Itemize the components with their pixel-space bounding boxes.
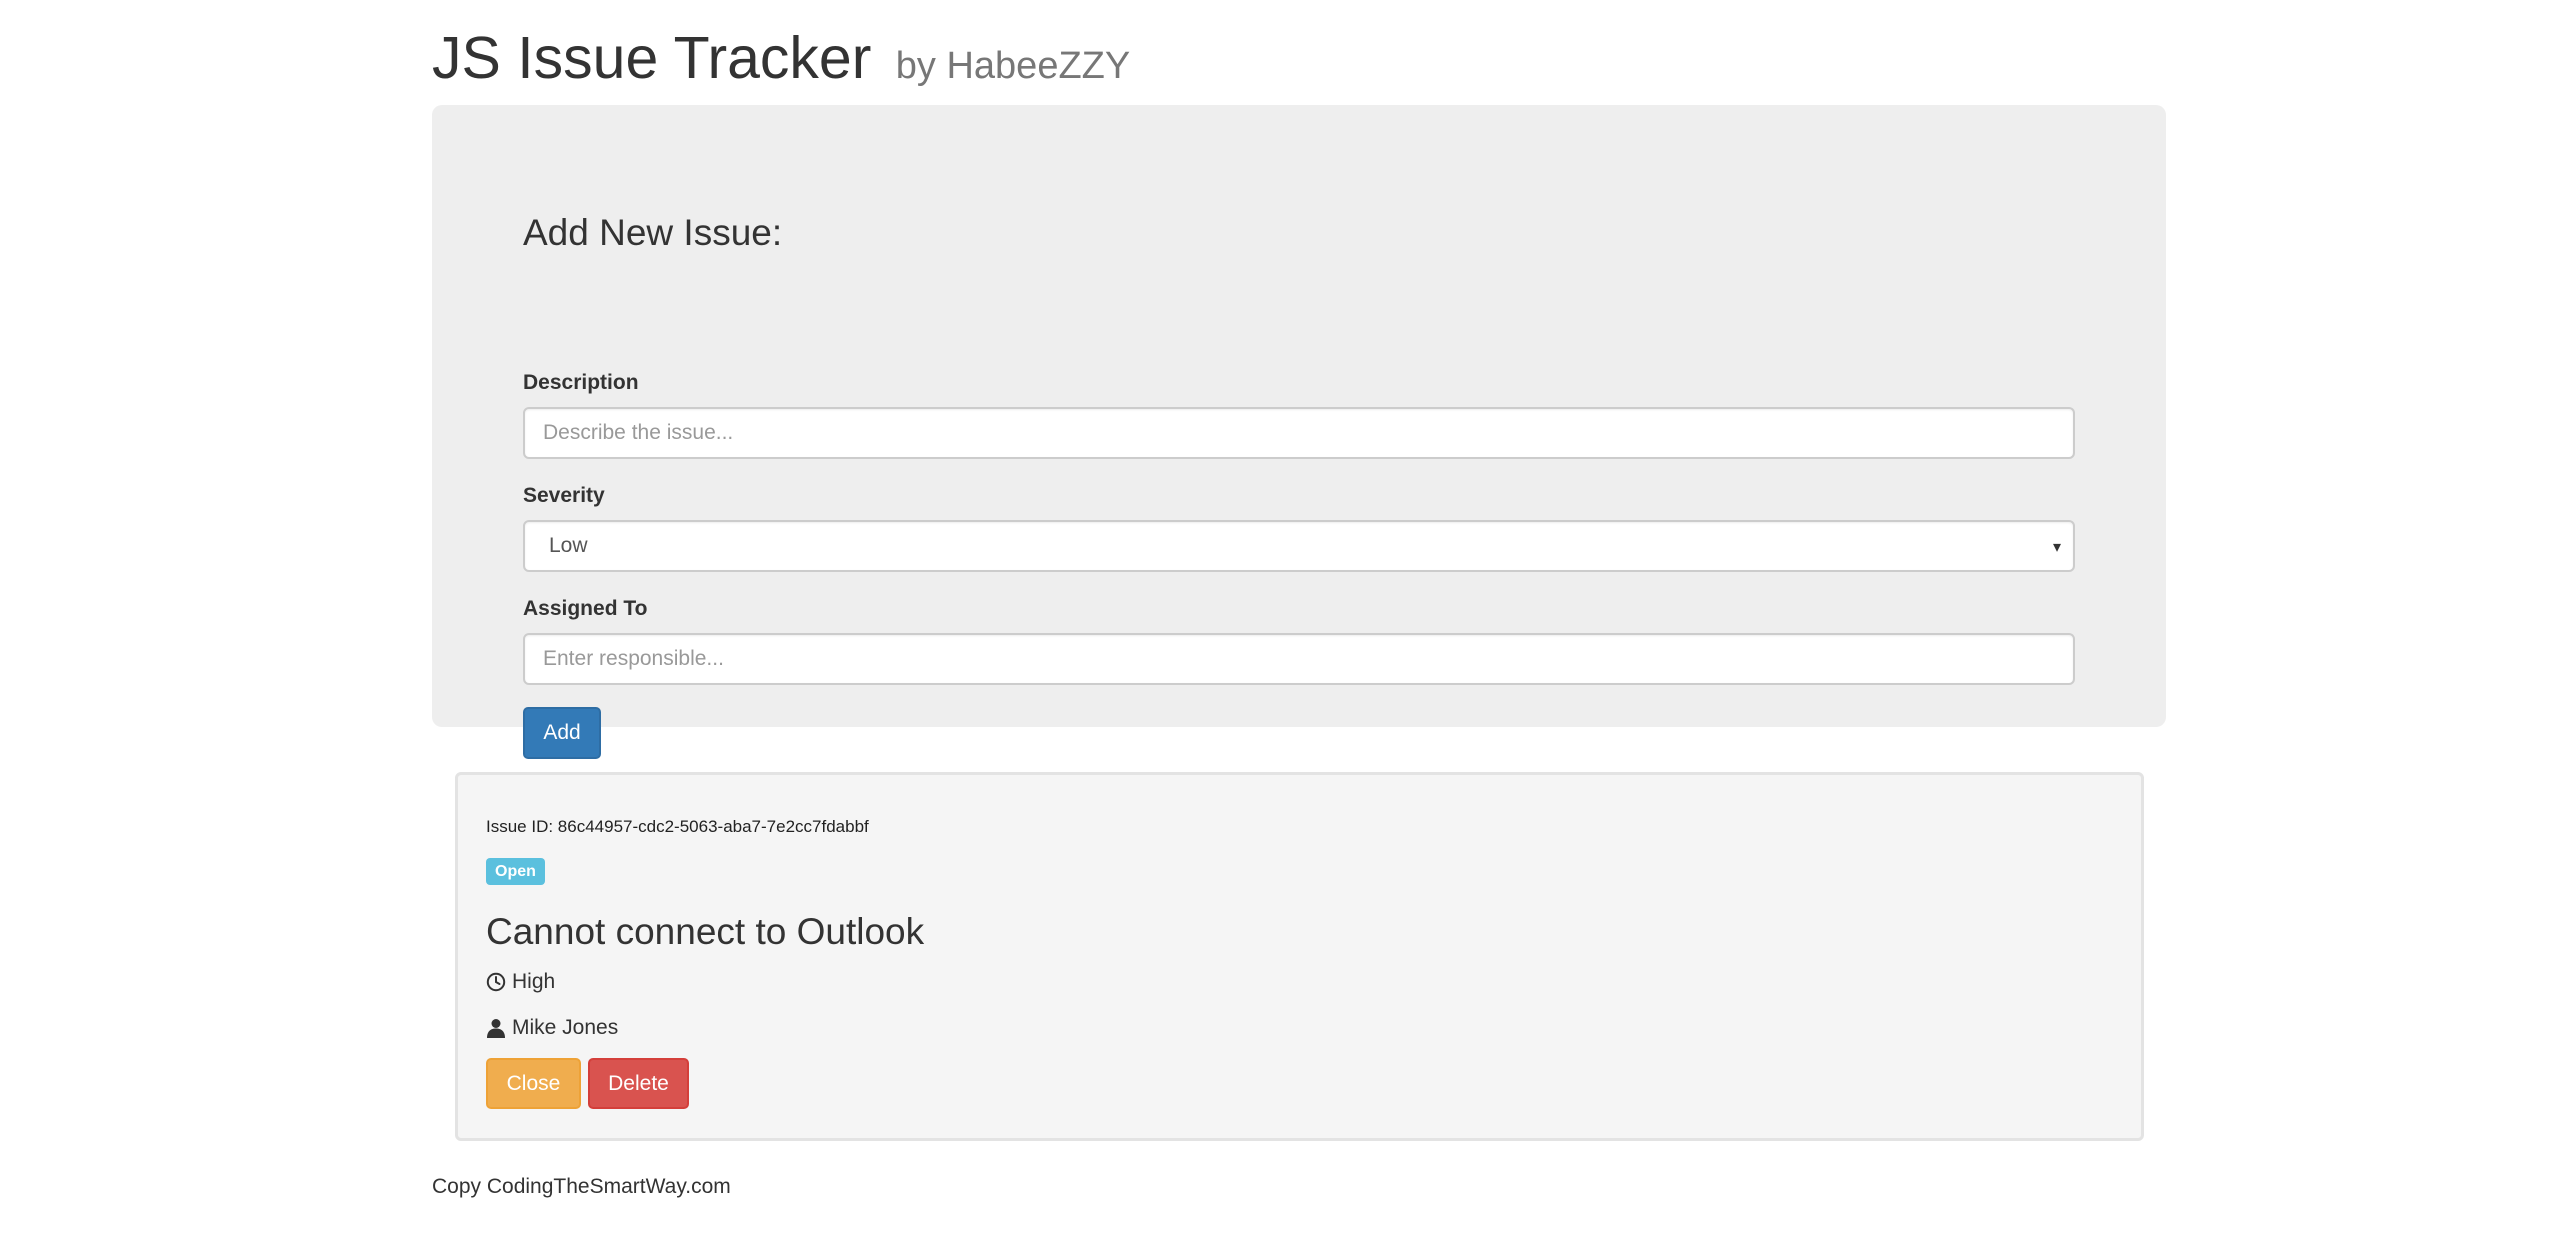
issue-assignee: Mike Jones: [512, 1016, 619, 1039]
issue-id: Issue ID: 86c44957-cdc2-5063-aba7-7e2cc7…: [486, 817, 869, 836]
assigned-to-label: Assigned To: [523, 597, 648, 620]
add-button[interactable]: Add: [523, 707, 601, 759]
form-heading: Add New Issue:: [523, 212, 783, 253]
clock-icon: [486, 972, 506, 992]
assigned-to-input[interactable]: [523, 633, 2075, 685]
page-title: JS Issue Tracker by HabeeZZY: [432, 22, 1130, 102]
footer-text: Copy CodingTheSmartWay.com: [432, 1175, 731, 1198]
app-title: JS Issue Tracker: [432, 25, 872, 91]
caret-down-icon: ▾: [2052, 539, 2061, 556]
user-icon: [487, 1019, 505, 1038]
severity-selected-value: Low: [549, 534, 588, 557]
app-subtitle: by HabeeZZY: [895, 45, 1131, 87]
status-badge: Open: [486, 858, 545, 885]
issue-card: Issue ID: 86c44957-cdc2-5063-aba7-7e2cc7…: [455, 772, 2144, 1141]
close-issue-button[interactable]: Close: [486, 1058, 581, 1109]
description-input[interactable]: [523, 407, 2075, 459]
issue-severity: High: [512, 970, 556, 993]
description-label: Description: [523, 371, 639, 394]
delete-issue-button[interactable]: Delete: [588, 1058, 689, 1109]
severity-select[interactable]: Low ▾: [523, 520, 2075, 572]
issue-severity-row: High: [486, 968, 555, 996]
add-issue-panel: Add New Issue: Description Severity Low …: [432, 105, 2166, 759]
issue-description: Cannot connect to Outlook: [486, 911, 925, 952]
issue-assignee-row: Mike Jones: [486, 1014, 618, 1042]
severity-label: Severity: [523, 484, 605, 507]
